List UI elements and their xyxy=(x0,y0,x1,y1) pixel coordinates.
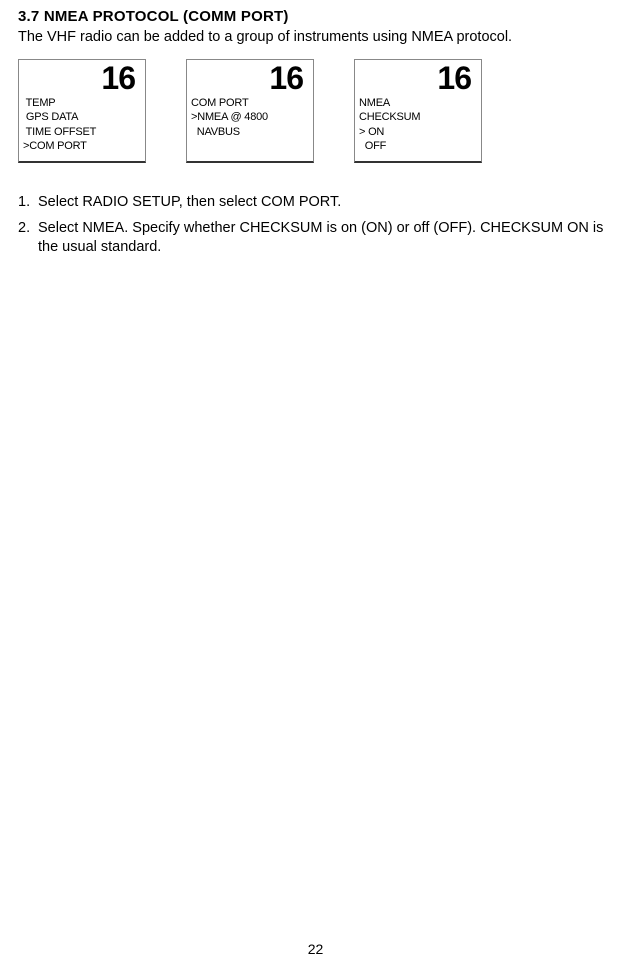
screen-line: OFF xyxy=(359,139,477,153)
intro-text: The VHF radio can be added to a group of… xyxy=(18,29,613,45)
screen-line: >COM PORT xyxy=(23,139,141,153)
screen-line: NMEA xyxy=(359,96,477,110)
screen-line: TEMP xyxy=(23,96,141,110)
screen-lines: TEMP GPS DATA TIME OFFSET >COM PORT xyxy=(23,96,141,153)
channel-display: 16 xyxy=(23,62,141,94)
step-2: 2. Select NMEA. Specify whether CHECKSUM… xyxy=(18,219,613,258)
screen-1: 16 TEMP GPS DATA TIME OFFSET >COM PORT xyxy=(18,59,146,163)
screen-line: > ON xyxy=(359,125,477,139)
step-number: 1. xyxy=(18,193,30,213)
screen-2: 16 COM PORT >NMEA @ 4800 NAVBUS xyxy=(186,59,314,163)
screen-row: 16 TEMP GPS DATA TIME OFFSET >COM PORT 1… xyxy=(18,59,613,163)
step-text: Select RADIO SETUP, then select COM PORT… xyxy=(38,194,341,210)
section-heading: 3.7 NMEA PROTOCOL (COMM PORT) xyxy=(18,8,613,25)
screen-line: NAVBUS xyxy=(191,125,309,139)
steps-list: 1. Select RADIO SETUP, then select COM P… xyxy=(18,193,613,258)
screen-line: TIME OFFSET xyxy=(23,125,141,139)
step-text: Select NMEA. Specify whether CHECKSUM is… xyxy=(38,220,603,256)
screen-line: CHECKSUM xyxy=(359,110,477,124)
channel-display: 16 xyxy=(359,62,477,94)
screen-lines: COM PORT >NMEA @ 4800 NAVBUS xyxy=(191,96,309,139)
screen-3: 16 NMEA CHECKSUM > ON OFF xyxy=(354,59,482,163)
step-1: 1. Select RADIO SETUP, then select COM P… xyxy=(18,193,613,213)
page-number: 22 xyxy=(0,941,631,957)
screen-line: >NMEA @ 4800 xyxy=(191,110,309,124)
channel-display: 16 xyxy=(191,62,309,94)
screen-line: GPS DATA xyxy=(23,110,141,124)
screen-lines: NMEA CHECKSUM > ON OFF xyxy=(359,96,477,153)
screen-line: COM PORT xyxy=(191,96,309,110)
step-number: 2. xyxy=(18,219,30,239)
